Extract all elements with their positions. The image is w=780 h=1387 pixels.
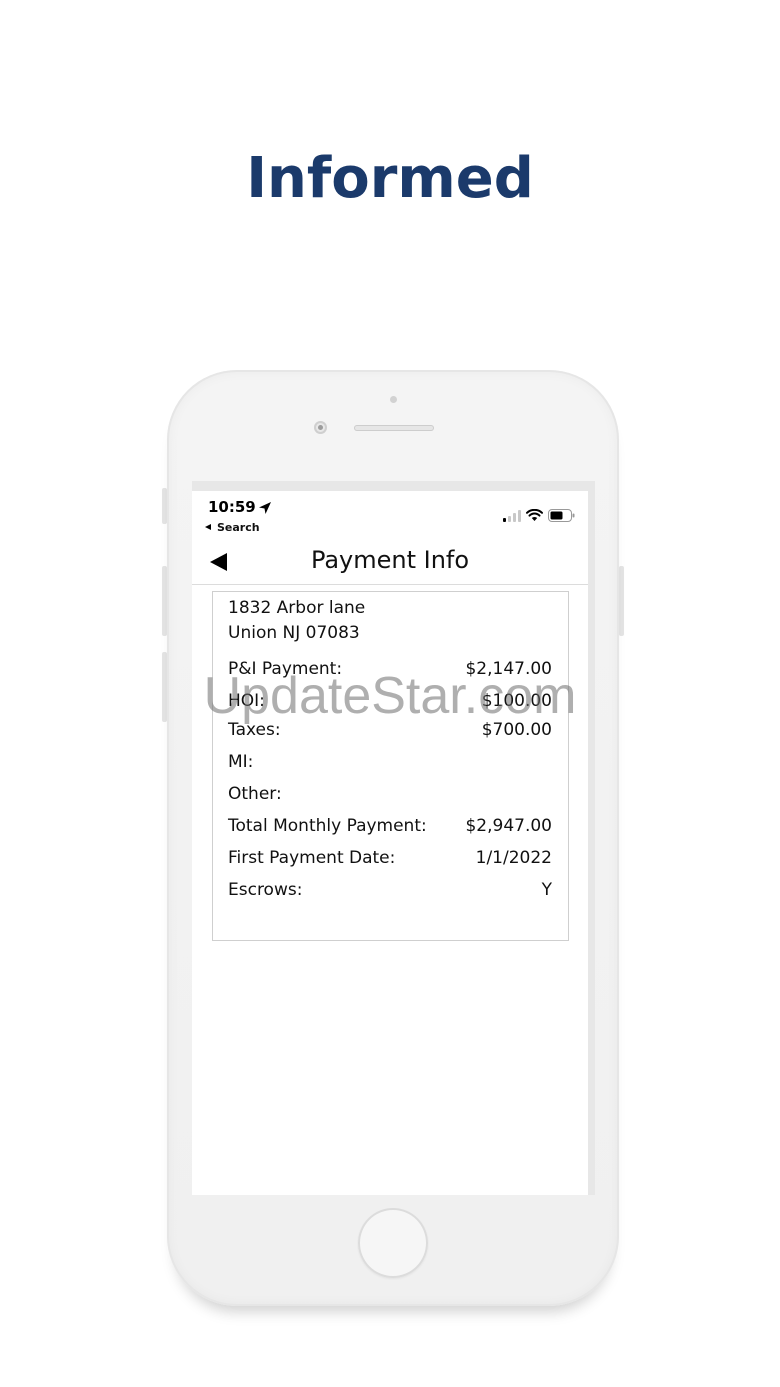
- back-arrow-small-icon[interactable]: [205, 524, 211, 530]
- address-line-2: Union NJ 07083: [228, 623, 360, 643]
- power-button: [619, 566, 624, 636]
- total-monthly-payment-value: $2,947.00: [465, 816, 552, 836]
- address-line-1: 1832 Arbor lane: [228, 598, 366, 618]
- home-button[interactable]: [358, 1208, 428, 1278]
- escrows-value: Y: [541, 880, 552, 900]
- first-payment-date-value: 1/1/2022: [475, 848, 552, 868]
- total-monthly-payment-label: Total Monthly Payment:: [228, 816, 427, 836]
- proximity-sensor: [390, 396, 397, 403]
- signal-icon: [503, 510, 521, 522]
- app-store-screenshot: Informed 10:59 Search Payment Info 1832 …: [0, 0, 780, 1387]
- front-camera-icon: [314, 421, 327, 434]
- battery-icon: [548, 509, 575, 522]
- watermark: UpdateStar.com: [203, 667, 577, 725]
- earpiece-speaker: [354, 425, 434, 431]
- back-to-search-link[interactable]: Search: [217, 521, 260, 534]
- headline: Informed: [246, 146, 534, 211]
- wifi-icon: [526, 509, 543, 521]
- escrows-label: Escrows:: [228, 880, 303, 900]
- first-payment-date-label: First Payment Date:: [228, 848, 396, 868]
- page-title: Payment Info: [310, 546, 470, 574]
- nav-divider: [192, 584, 588, 585]
- location-arrow-icon: [259, 502, 271, 514]
- status-time: 10:59: [208, 498, 256, 516]
- other-label: Other:: [228, 784, 282, 804]
- mi-label: MI:: [228, 752, 254, 772]
